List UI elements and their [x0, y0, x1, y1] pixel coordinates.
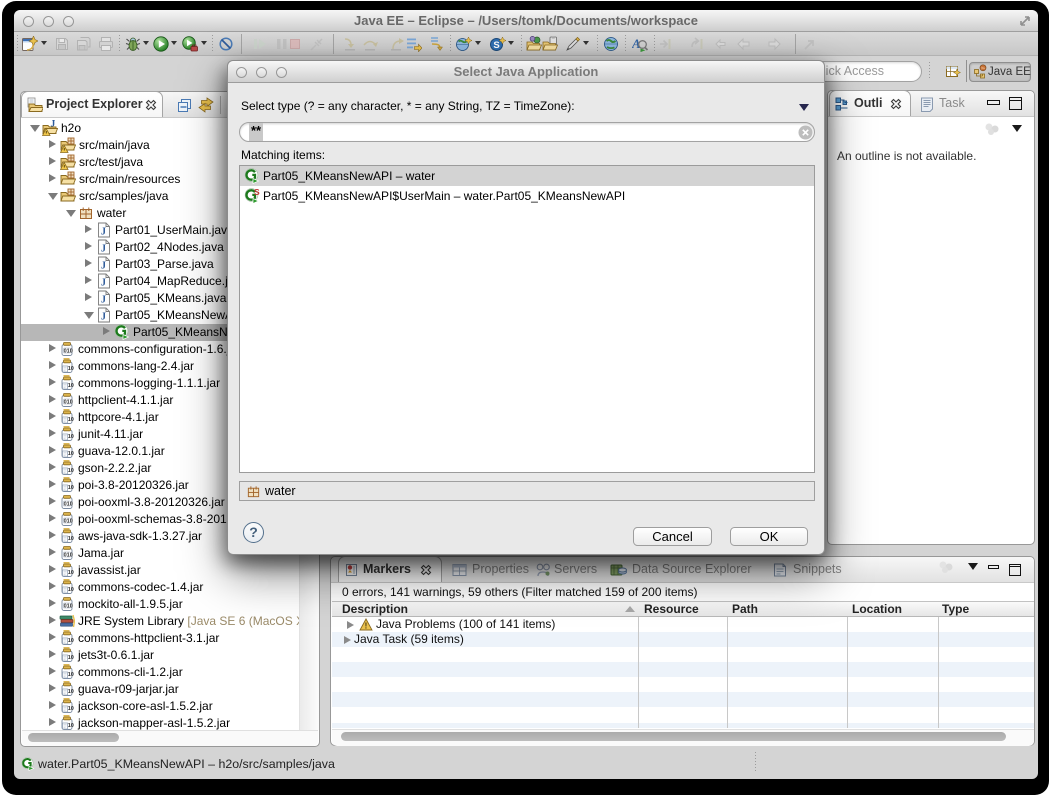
svg-text:J: J [51, 120, 56, 130]
svg-text:010: 010 [64, 518, 73, 524]
svg-text:10: 10 [68, 655, 74, 661]
svg-text:10: 10 [68, 723, 74, 729]
svg-text:J: J [101, 227, 106, 238]
svg-text:10: 10 [68, 468, 74, 474]
svg-text:!: ! [365, 622, 368, 631]
svg-text:J: J [101, 244, 106, 255]
svg-text:J: J [101, 278, 106, 289]
svg-text:010: 010 [64, 603, 73, 609]
svg-text:S: S [254, 188, 260, 197]
svg-text:10: 10 [68, 536, 74, 542]
svg-text:010: 010 [64, 348, 73, 354]
svg-text:10: 10 [68, 451, 74, 457]
svg-text:J: J [101, 295, 106, 306]
svg-text:10: 10 [68, 587, 74, 593]
svg-text:J: J [101, 261, 106, 272]
svg-text:010: 010 [64, 552, 73, 558]
svg-text:010: 010 [64, 399, 73, 405]
svg-text:10: 10 [68, 383, 74, 389]
svg-text:J: J [101, 312, 106, 323]
svg-text:10: 10 [68, 417, 74, 423]
svg-text:10: 10 [68, 570, 74, 576]
svg-text:10: 10 [68, 706, 74, 712]
svg-text:10: 10 [68, 434, 74, 440]
svg-text:010: 010 [64, 501, 73, 507]
svg-text:10: 10 [68, 689, 74, 695]
svg-text:10: 10 [68, 366, 74, 372]
svg-text:A: A [632, 36, 641, 51]
svg-text:10: 10 [68, 485, 74, 491]
svg-text:10: 10 [68, 638, 74, 644]
svg-text:10: 10 [68, 672, 74, 678]
svg-text:S: S [493, 40, 499, 51]
